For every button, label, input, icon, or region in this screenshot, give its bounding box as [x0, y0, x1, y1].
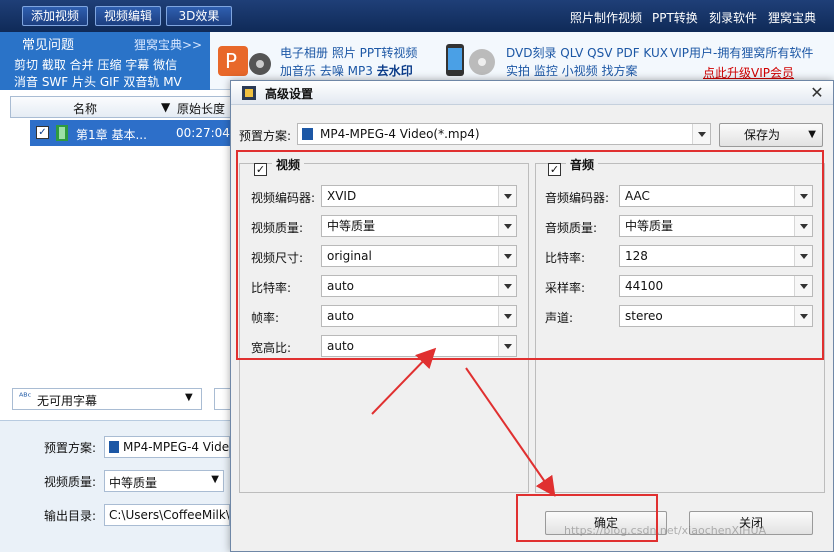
- arrow-up-icon: [371, 347, 437, 415]
- arrow-down-icon: [465, 367, 556, 497]
- annotation-arrows: [371, 347, 556, 497]
- watermark: https://blog.csdn.net/xiaochenXIHUA: [564, 524, 767, 537]
